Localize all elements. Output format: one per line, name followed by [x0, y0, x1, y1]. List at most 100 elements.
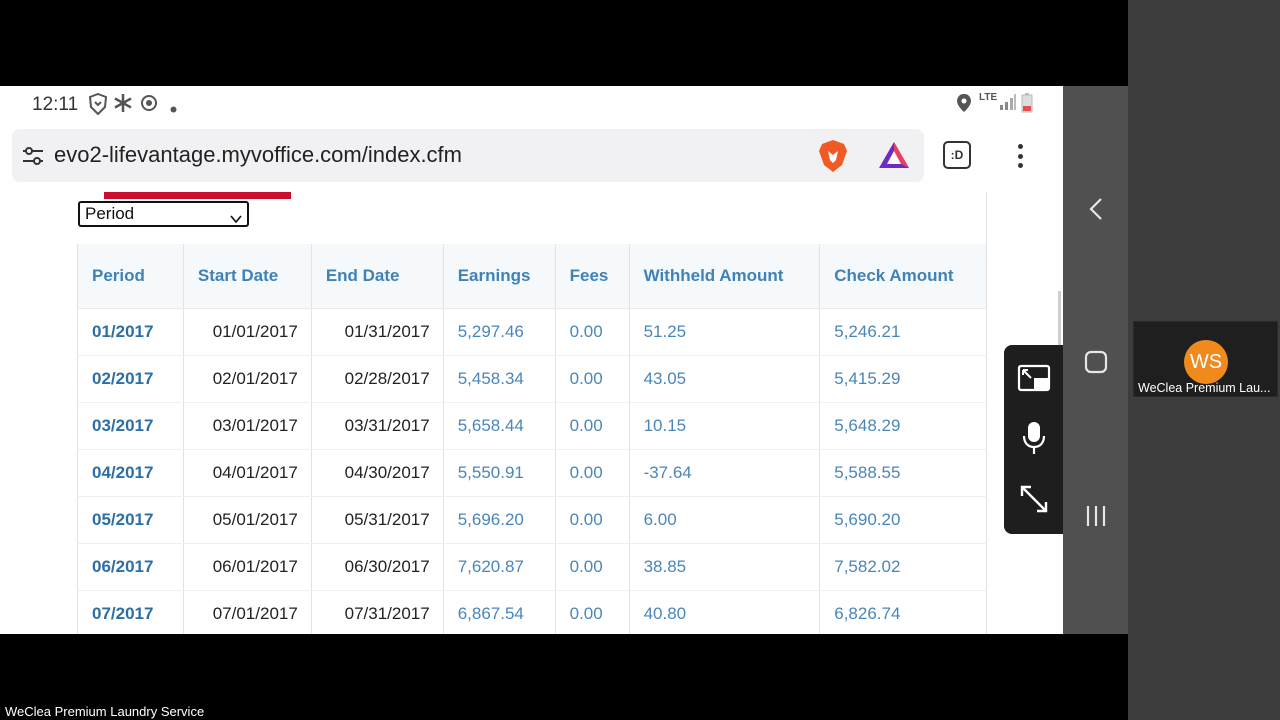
end-date-cell: 01/31/2017: [311, 308, 444, 356]
table-row: 04/2017 04/01/2017 04/30/2017 5,550.91 0…: [77, 449, 987, 497]
earnings-cell: 5,297.46: [443, 308, 556, 356]
end-date-cell: 07/31/2017: [311, 590, 444, 634]
period-link[interactable]: 06/2017: [77, 543, 184, 591]
period-link[interactable]: 02/2017: [77, 355, 184, 403]
check-amount-cell: 7,582.02: [819, 543, 987, 591]
check-amount-cell: 5,690.20: [819, 496, 987, 544]
start-date-cell: 04/01/2017: [183, 449, 312, 497]
period-link[interactable]: 01/2017: [77, 308, 184, 356]
withheld-cell: 6.00: [629, 496, 821, 544]
android-nav-bar: [1063, 86, 1128, 634]
browser-menu-icon[interactable]: [1010, 141, 1030, 171]
page-content: Period Period Start Date End Date Earnin…: [77, 192, 987, 634]
earnings-table: Period Start Date End Date Earnings Fees…: [77, 244, 987, 634]
picture-in-picture-icon[interactable]: [1016, 361, 1052, 397]
home-icon[interactable]: [1081, 347, 1111, 377]
period-link[interactable]: 07/2017: [77, 590, 184, 634]
start-date-cell: 02/01/2017: [183, 355, 312, 403]
participant-tile[interactable]: WS WeClea Premium Lau...: [1133, 321, 1278, 397]
end-date-cell: 05/31/2017: [311, 496, 444, 544]
sync-icon: [139, 93, 159, 118]
start-date-cell: 05/01/2017: [183, 496, 312, 544]
period-link[interactable]: 05/2017: [77, 496, 184, 544]
fees-cell: 0.00: [555, 449, 630, 497]
table-row: 01/2017 01/01/2017 01/31/2017 5,297.46 0…: [77, 308, 987, 356]
column-header[interactable]: End Date: [311, 244, 444, 309]
period-link[interactable]: 03/2017: [77, 402, 184, 450]
check-amount-cell: 5,648.29: [819, 402, 987, 450]
brave-lion-icon[interactable]: [818, 139, 848, 178]
start-date-cell: 03/01/2017: [183, 402, 312, 450]
presenter-label: WeClea Premium Laundry Service: [5, 704, 205, 719]
period-link[interactable]: 04/2017: [77, 449, 184, 497]
chevron-down-icon: [230, 208, 242, 230]
fees-cell: 0.00: [555, 355, 630, 403]
start-date-cell: 06/01/2017: [183, 543, 312, 591]
period-select-value: Period: [85, 204, 135, 223]
address-bar[interactable]: evo2-lifevantage.myvoffice.com/index.cfm: [12, 129, 924, 182]
earnings-cell: 7,620.87: [443, 543, 556, 591]
column-header[interactable]: Earnings: [443, 244, 556, 309]
snowflake-icon: [113, 93, 133, 118]
end-date-cell: 02/28/2017: [311, 355, 444, 403]
back-icon[interactable]: [1081, 194, 1111, 224]
table-header-row: Period Start Date End Date Earnings Fees…: [77, 244, 987, 309]
withheld-cell: 40.80: [629, 590, 821, 634]
table-row: 03/2017 03/01/2017 03/31/2017 5,658.44 0…: [77, 402, 987, 450]
site-settings-icon[interactable]: [22, 145, 44, 172]
end-date-cell: 06/30/2017: [311, 543, 444, 591]
status-time: 12:11: [32, 94, 79, 115]
table-row: 05/2017 05/01/2017 05/31/2017 5,696.20 0…: [77, 496, 987, 544]
earnings-cell: 5,458.34: [443, 355, 556, 403]
recents-icon[interactable]: [1081, 501, 1111, 531]
accent-bar: [104, 192, 291, 199]
column-header[interactable]: Withheld Amount: [629, 244, 821, 309]
expand-icon[interactable]: [1016, 481, 1052, 517]
end-date-cell: 03/31/2017: [311, 402, 444, 450]
column-header[interactable]: Check Amount: [819, 244, 987, 309]
withheld-cell: 10.15: [629, 402, 821, 450]
column-header[interactable]: Start Date: [183, 244, 312, 309]
withheld-cell: 43.05: [629, 355, 821, 403]
withheld-cell: 51.25: [629, 308, 821, 356]
check-amount-cell: 6,826.74: [819, 590, 987, 634]
brave-shield-icon: [88, 92, 108, 120]
location-icon: [956, 93, 972, 118]
phone-screen: 12:11 LTE evo2-lifevantage.myvoffice.com…: [0, 86, 1063, 634]
fees-cell: 0.00: [555, 543, 630, 591]
withheld-cell: -37.64: [629, 449, 821, 497]
check-amount-cell: 5,246.21: [819, 308, 987, 356]
earnings-cell: 5,550.91: [443, 449, 556, 497]
brave-rewards-icon[interactable]: [878, 140, 910, 175]
withheld-cell: 38.85: [629, 543, 821, 591]
battery-icon: [1021, 93, 1033, 118]
check-amount-cell: 5,588.55: [819, 449, 987, 497]
earnings-cell: 6,867.54: [443, 590, 556, 634]
signal-icon: [999, 93, 1017, 116]
table-row: 07/2017 07/01/2017 07/31/2017 6,867.54 0…: [77, 590, 987, 634]
start-date-cell: 01/01/2017: [183, 308, 312, 356]
fees-cell: 0.00: [555, 308, 630, 356]
microphone-icon[interactable]: [1016, 420, 1052, 456]
table-row: 02/2017 02/01/2017 02/28/2017 5,458.34 0…: [77, 355, 987, 403]
fees-cell: 0.00: [555, 402, 630, 450]
page-scrollbar[interactable]: [1058, 291, 1061, 351]
column-header[interactable]: Period: [77, 244, 184, 309]
earnings-cell: 5,696.20: [443, 496, 556, 544]
earnings-cell: 5,658.44: [443, 402, 556, 450]
column-header[interactable]: Fees: [555, 244, 630, 309]
floating-toolbar: [1004, 345, 1063, 534]
screen-share-stage: 12:11 LTE evo2-lifevantage.myvoffice.com…: [0, 0, 1280, 720]
network-type: LTE: [979, 92, 998, 103]
end-date-cell: 04/30/2017: [311, 449, 444, 497]
period-select[interactable]: Period: [78, 201, 249, 227]
fees-cell: 0.00: [555, 590, 630, 634]
start-date-cell: 07/01/2017: [183, 590, 312, 634]
url-text[interactable]: evo2-lifevantage.myvoffice.com/index.cfm: [54, 142, 462, 168]
table-row: 06/2017 06/01/2017 06/30/2017 7,620.87 0…: [77, 543, 987, 591]
avatar: WS: [1184, 340, 1228, 384]
notification-dot-icon: [170, 100, 177, 118]
check-amount-cell: 5,415.29: [819, 355, 987, 403]
tabs-button[interactable]: :D: [943, 141, 971, 169]
participant-name: WeClea Premium Lau...: [1138, 381, 1271, 395]
